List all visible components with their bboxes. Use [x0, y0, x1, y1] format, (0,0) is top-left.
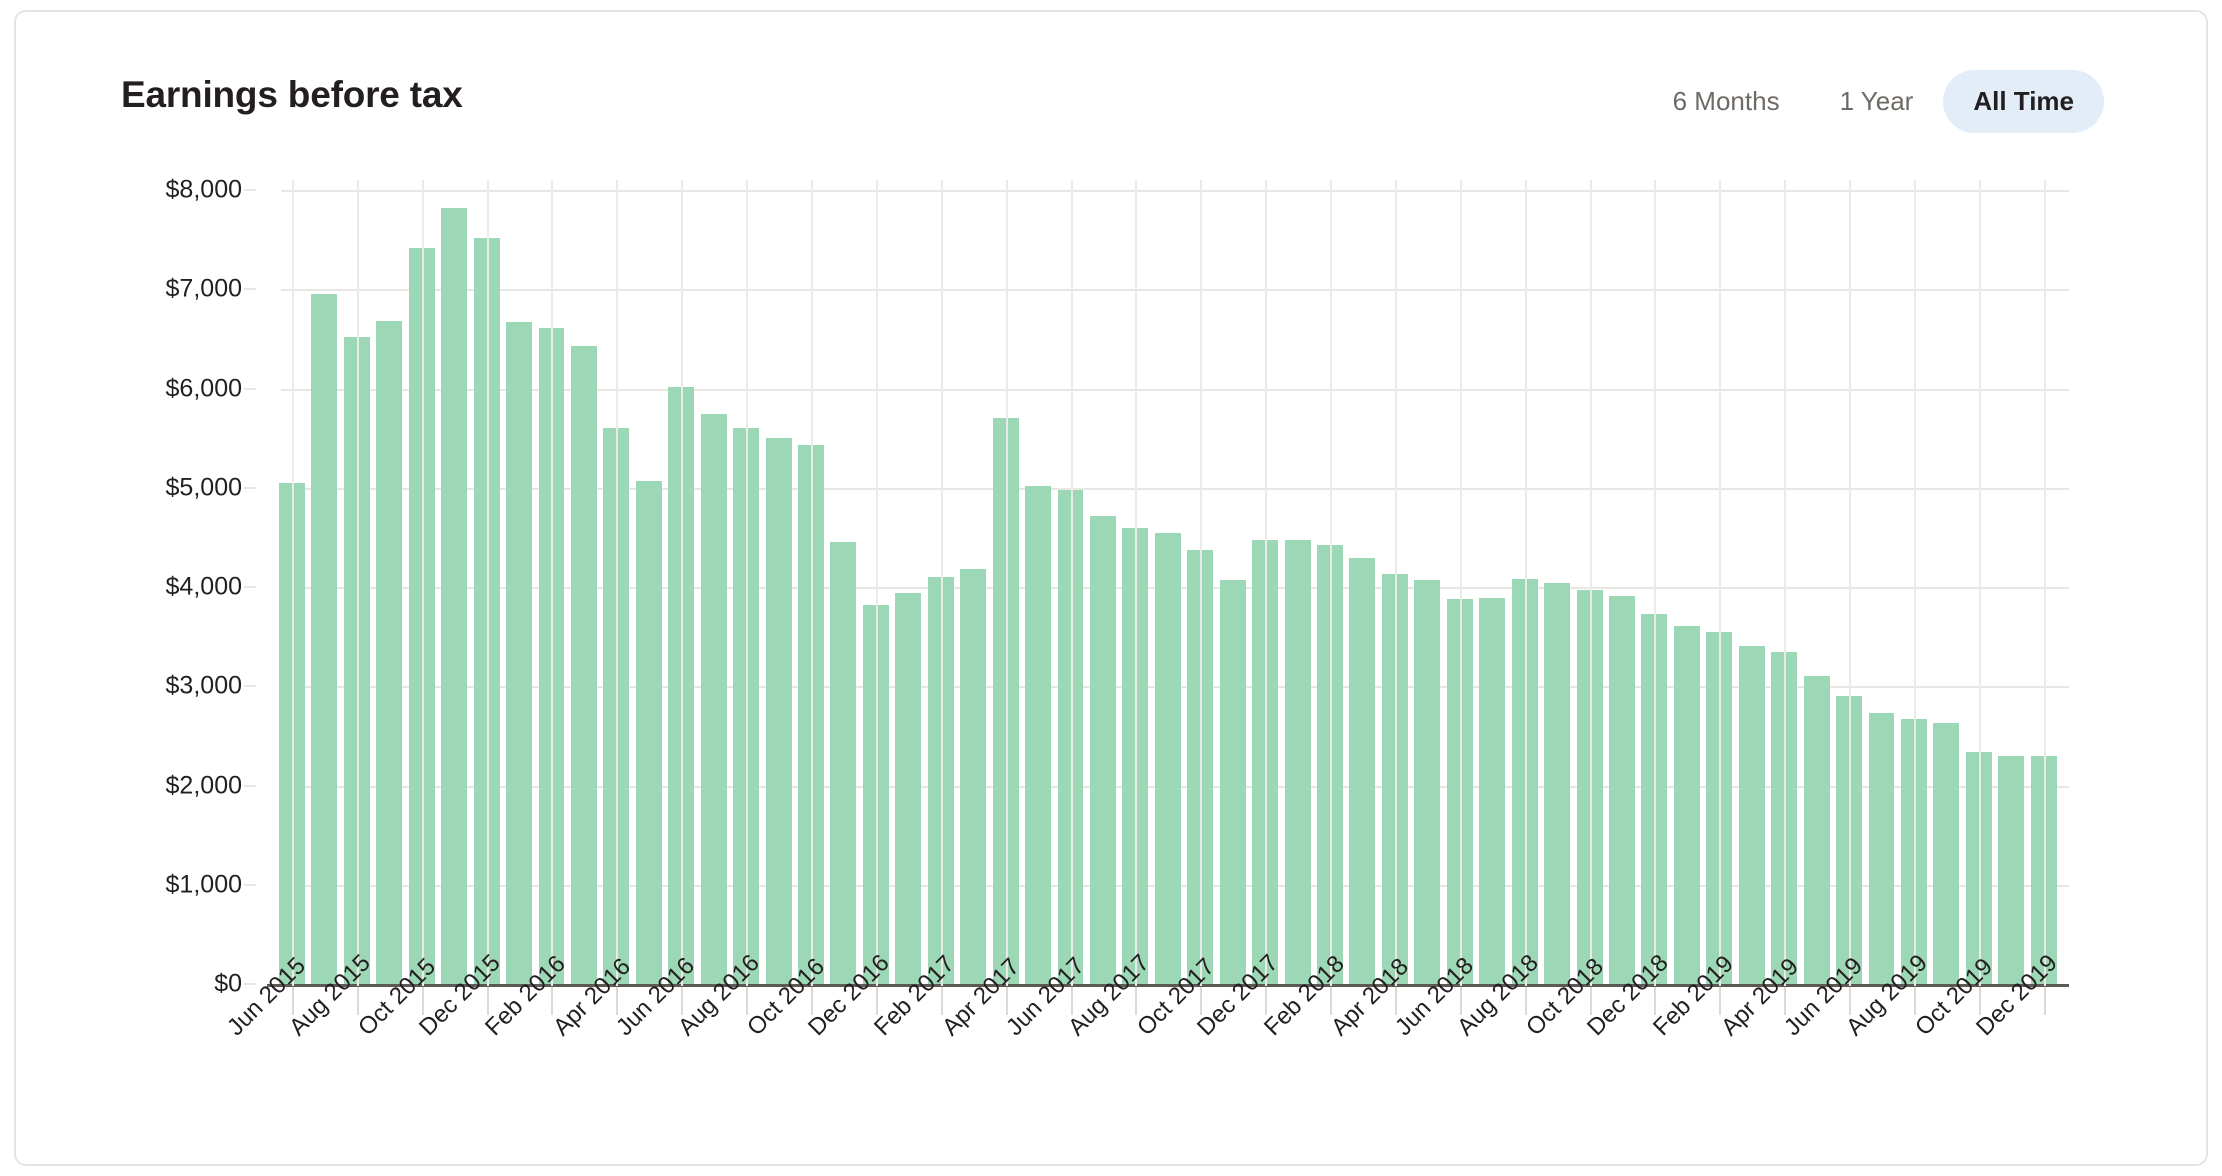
y-axis-labels: $0 $1,000 $2,000 $3,000 $4,000 $5,000 $6,000 $7…: [16, 176, 256, 998]
x-gridline: [1524, 180, 1527, 986]
y-axis-tick-mark: [244, 387, 256, 390]
bar[interactable]: [700, 414, 727, 984]
x-gridline: [1330, 180, 1333, 986]
x-gridline: [1265, 180, 1268, 986]
x-gridline: [1589, 180, 1592, 986]
earnings-chart-card: Earnings before tax 6 Months 1 Year All Ti…: [14, 10, 2208, 1166]
bar[interactable]: [1609, 595, 1635, 984]
x-gridline: [2043, 180, 2046, 986]
x-gridline: [291, 180, 294, 986]
bar[interactable]: [1738, 645, 1765, 984]
x-gridline: [875, 180, 878, 986]
y-axis-tick-mark: [244, 784, 256, 787]
bar[interactable]: [1284, 540, 1311, 984]
bar[interactable]: [1414, 580, 1441, 984]
x-gridline: [1784, 180, 1787, 986]
x-gridline: [551, 180, 554, 986]
bar[interactable]: [311, 294, 338, 984]
x-axis-tick-mark: [1913, 987, 1916, 1015]
bar[interactable]: [1154, 533, 1181, 984]
x-gridline: [1849, 180, 1852, 986]
bar[interactable]: [765, 438, 792, 984]
bar[interactable]: [1025, 485, 1052, 984]
x-gridline: [1654, 180, 1657, 986]
x-gridline: [811, 180, 813, 986]
bar[interactable]: [1868, 713, 1895, 984]
bar[interactable]: [570, 345, 597, 984]
x-gridline: [1394, 180, 1397, 986]
bar[interactable]: [506, 322, 532, 984]
bar[interactable]: [895, 592, 922, 984]
x-gridline: [616, 180, 619, 986]
y-gridline: [281, 289, 2069, 292]
x-gridline: [486, 180, 489, 986]
bar[interactable]: [1998, 755, 2025, 984]
x-gridline: [421, 180, 424, 986]
x-axis-tick-mark: [1135, 987, 1138, 1015]
y-axis-tick-mark: [244, 288, 256, 291]
y-axis-tick-label: $4,000: [165, 572, 242, 601]
x-axis-tick-mark: [1719, 987, 1722, 1015]
bar[interactable]: [376, 321, 403, 984]
x-gridline: [1719, 180, 1722, 986]
x-gridline: [1005, 180, 1008, 986]
y-axis-tick-label: $3,000: [165, 671, 242, 700]
y-axis-tick-label: $8,000: [165, 175, 242, 204]
y-axis-tick-mark: [244, 486, 256, 489]
y-axis-tick-mark: [244, 586, 256, 588]
bar[interactable]: [1803, 676, 1830, 984]
y-axis-tick-label: $0: [214, 969, 242, 998]
bar[interactable]: [830, 542, 857, 984]
plot-area: Jun 2015 Aug 2015 Oct 2015 Dec 2015 Feb 2016…: [222, 180, 2069, 1041]
bar[interactable]: [635, 480, 662, 984]
y-axis-tick-label: $7,000: [165, 274, 242, 303]
x-axis-tick-mark: [940, 987, 943, 1015]
x-gridline: [1978, 180, 1981, 986]
y-axis-tick-label: $5,000: [165, 473, 242, 502]
x-axis-tick-mark: [551, 987, 554, 1015]
x-axis-tick-mark: [875, 987, 878, 1015]
bar[interactable]: [1933, 722, 1960, 984]
bar[interactable]: [1219, 580, 1246, 984]
x-axis-tick-mark: [1330, 987, 1333, 1015]
x-gridline: [940, 180, 943, 986]
x-gridline: [1135, 180, 1138, 986]
y-axis-tick-mark: [244, 983, 256, 985]
x-axis-tick-mark: [1654, 987, 1657, 1015]
x-gridline: [1459, 180, 1462, 986]
x-gridline: [1200, 180, 1203, 986]
bar[interactable]: [1673, 625, 1700, 984]
x-gridline: [1913, 180, 1916, 986]
y-axis-tick-label: $1,000: [165, 870, 242, 899]
chart-plot-wrapper: $0 $1,000 $2,000 $3,000 $4,000 $5,000 $6,000 $7…: [16, 12, 2206, 1164]
y-axis-tick-mark: [244, 685, 256, 688]
y-gridline: [281, 190, 2069, 192]
y-axis-tick-mark: [244, 189, 256, 191]
bar[interactable]: [1349, 558, 1376, 984]
x-gridline: [746, 180, 749, 986]
x-axis-tick-mark: [486, 987, 489, 1015]
bar[interactable]: [1479, 597, 1506, 984]
x-axis-tick-mark: [1524, 987, 1527, 1015]
bar[interactable]: [1544, 583, 1571, 984]
x-axis-tick-mark: [746, 987, 749, 1015]
bar[interactable]: [1089, 515, 1116, 984]
x-axis-tick-mark: [1265, 987, 1268, 1015]
y-axis-tick-label: $2,000: [165, 771, 242, 799]
x-gridline: [356, 180, 359, 986]
bar[interactable]: [441, 207, 468, 984]
x-gridline: [681, 180, 684, 986]
bar[interactable]: [960, 569, 987, 984]
x-gridline: [1070, 180, 1073, 986]
y-axis-tick-mark: [244, 883, 256, 886]
x-axis-tick-mark: [2043, 987, 2046, 1015]
y-axis-tick-label: $6,000: [165, 374, 242, 402]
x-axis-tick-mark: [356, 987, 359, 1015]
